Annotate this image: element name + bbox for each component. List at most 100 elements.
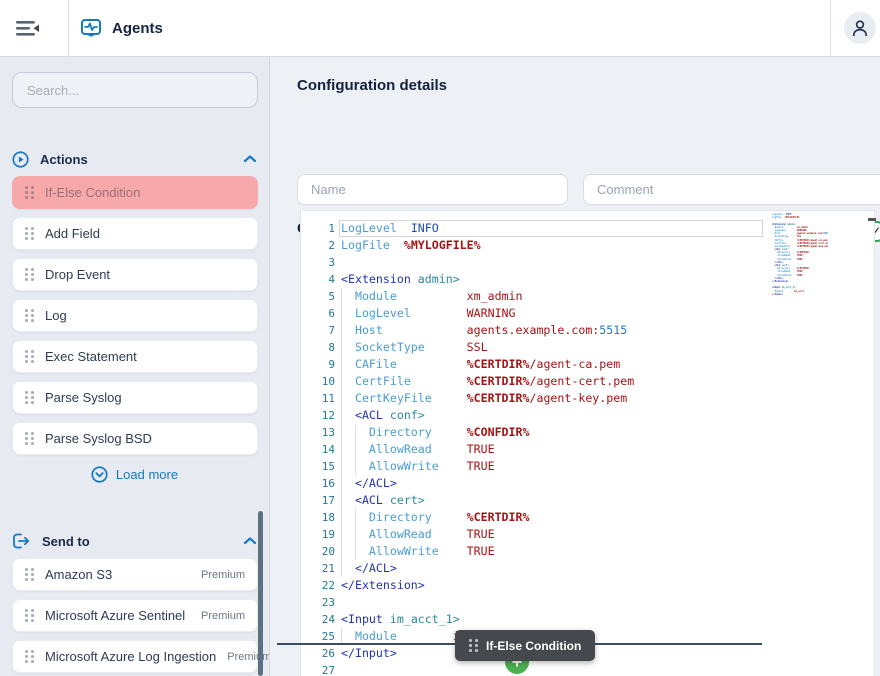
search-input[interactable]	[12, 72, 258, 108]
code-text: Host agents.example.com:5515	[341, 322, 627, 339]
action-item[interactable]: Drop Event	[12, 258, 258, 291]
code-line[interactable]: 13 Directory %CONFDIR%	[301, 424, 874, 441]
line-number[interactable]: 5	[301, 288, 335, 305]
code-line[interactable]: 23	[301, 594, 874, 611]
item-label: Amazon S3	[45, 567, 190, 582]
line-number[interactable]: 22	[301, 577, 335, 594]
user-avatar-button[interactable]	[844, 12, 876, 44]
sidebar: Actions If-Else Condition Add Field Drop E…	[0, 57, 270, 676]
code-editor[interactable]: 1LogLevel INFO2LogFile %MYLOGFILE%34<Ext…	[300, 210, 875, 676]
item-label: Exec Statement	[45, 349, 245, 364]
page-title: Agents	[112, 20, 163, 37]
send-to-item[interactable]: Amazon S3 Premium	[12, 558, 258, 591]
drag-handle-icon	[25, 350, 34, 363]
action-item[interactable]: Parse Syslog	[12, 381, 258, 414]
person-icon	[851, 19, 869, 37]
line-number[interactable]: 6	[301, 305, 335, 322]
line-number[interactable]: 26	[301, 645, 335, 662]
code-line[interactable]: 12 <ACL conf>	[301, 407, 874, 424]
actions-section-header[interactable]: Actions	[12, 148, 257, 170]
code-line[interactable]: 9 CAFile %CERTDIR%/agent-ca.pem	[301, 356, 874, 373]
line-number[interactable]: 24	[301, 611, 335, 628]
line-number[interactable]: 7	[301, 322, 335, 339]
line-number[interactable]: 10	[301, 373, 335, 390]
load-more-button[interactable]: Load more	[12, 463, 257, 485]
code-line[interactable]: 21 </ACL>	[301, 560, 874, 577]
code-line[interactable]: 24<Input im_acct_1>	[301, 611, 874, 628]
code-text: </ACL>	[341, 560, 397, 577]
item-label: Parse Syslog	[45, 390, 245, 405]
code-line[interactable]: 7 Host agents.example.com:5515	[301, 322, 874, 339]
drag-handle-icon	[25, 432, 34, 445]
line-number[interactable]: 13	[301, 424, 335, 441]
name-input[interactable]	[297, 174, 568, 205]
action-item[interactable]: Exec Statement	[12, 340, 258, 373]
code-line[interactable]: 14 AllowRead TRUE	[301, 441, 874, 458]
code-text: Module xm_admin	[341, 288, 523, 305]
main-panel: Configuration details Configuration text…	[270, 57, 880, 676]
item-label: Microsoft Azure Log Ingestion	[45, 649, 216, 664]
premium-badge: Premium	[201, 569, 245, 581]
code-line[interactable]: 19 AllowRead TRUE	[301, 526, 874, 543]
overview-ruler-cursor	[868, 218, 876, 221]
code-line[interactable]: 8 SocketType SSL	[301, 339, 874, 356]
action-item[interactable]: If-Else Condition	[12, 176, 258, 209]
code-line[interactable]: 15 AllowWrite TRUE	[301, 458, 874, 475]
line-number[interactable]: 17	[301, 492, 335, 509]
action-item[interactable]: Add Field	[12, 217, 258, 250]
agents-monitor-icon	[79, 16, 103, 40]
code-line[interactable]: 16 </ACL>	[301, 475, 874, 492]
line-number[interactable]: 3	[301, 254, 335, 271]
drag-handle-icon	[25, 227, 34, 240]
line-number[interactable]: 2	[301, 237, 335, 254]
code-line[interactable]: 6 LogLevel WARNING	[301, 305, 874, 322]
action-item[interactable]: Log	[12, 299, 258, 332]
line-number[interactable]: 8	[301, 339, 335, 356]
top-bar: Agents	[0, 0, 880, 57]
code-text: SocketType SSL	[341, 339, 488, 356]
code-line	[766, 296, 828, 299]
code-text: AllowWrite TRUE	[341, 458, 495, 475]
line-number[interactable]: 9	[301, 356, 335, 373]
code-text: AllowRead TRUE	[341, 526, 495, 543]
comment-input[interactable]	[583, 174, 880, 205]
line-number[interactable]: 27	[301, 662, 335, 676]
code-line[interactable]: 22 </Extension>	[301, 577, 874, 594]
send-to-section-header[interactable]: Send to	[12, 530, 257, 552]
code-text: </Input>	[341, 645, 397, 662]
item-label: Log	[45, 308, 245, 323]
line-number[interactable]: 20	[301, 543, 335, 560]
line-number[interactable]: 14	[301, 441, 335, 458]
collapse-sidebar-button[interactable]	[15, 14, 49, 42]
code-line[interactable]: 27	[301, 662, 874, 676]
line-number[interactable]: 1	[301, 220, 335, 237]
send-to-icon	[12, 532, 31, 550]
send-to-item[interactable]: Microsoft Azure SentinelPremium	[12, 599, 258, 632]
line-number[interactable]: 12	[301, 407, 335, 424]
line-number[interactable]: 11	[301, 390, 335, 407]
minimap[interactable]: LogLevel INFOLogFile %MYLOGFILE%<Extensi…	[766, 213, 828, 299]
send-to-list: Amazon S3 Premium Microsoft Azure Sentinel…	[12, 558, 257, 673]
line-number[interactable]: 16	[301, 475, 335, 492]
sidebar-scrollbar[interactable]	[258, 511, 263, 676]
line-number[interactable]: 23	[301, 594, 335, 611]
send-to-item[interactable]: Microsoft Azure Log IngestionPremium	[12, 640, 258, 673]
code-text: Directory %CONFDIR%	[341, 424, 529, 441]
menu-fold-icon	[15, 18, 49, 38]
line-number[interactable]: 19	[301, 526, 335, 543]
line-number[interactable]: 4	[301, 271, 335, 288]
header-divider	[68, 0, 69, 57]
code-line[interactable]: 20 AllowWrite TRUE	[301, 543, 874, 560]
code-line[interactable]: 17 <ACL cert>	[301, 492, 874, 509]
action-item[interactable]: Parse Syslog BSD	[12, 422, 258, 455]
code-text: </Extension>	[341, 577, 425, 594]
line-number[interactable]: 21	[301, 560, 335, 577]
code-line[interactable]: 11 CertKeyFile %CERTDIR%/agent-key.pem	[301, 390, 874, 407]
line-number[interactable]: 15	[301, 458, 335, 475]
code-text: AllowRead TRUE	[341, 441, 495, 458]
code-line[interactable]: 10 CertFile %CERTDIR%/agent-cert.pem	[301, 373, 874, 390]
line-number[interactable]: 18	[301, 509, 335, 526]
code-line[interactable]: 18 Directory %CERTDIR%	[301, 509, 874, 526]
play-circle-icon	[12, 151, 29, 168]
configuration-details-title: Configuration details	[297, 77, 447, 94]
